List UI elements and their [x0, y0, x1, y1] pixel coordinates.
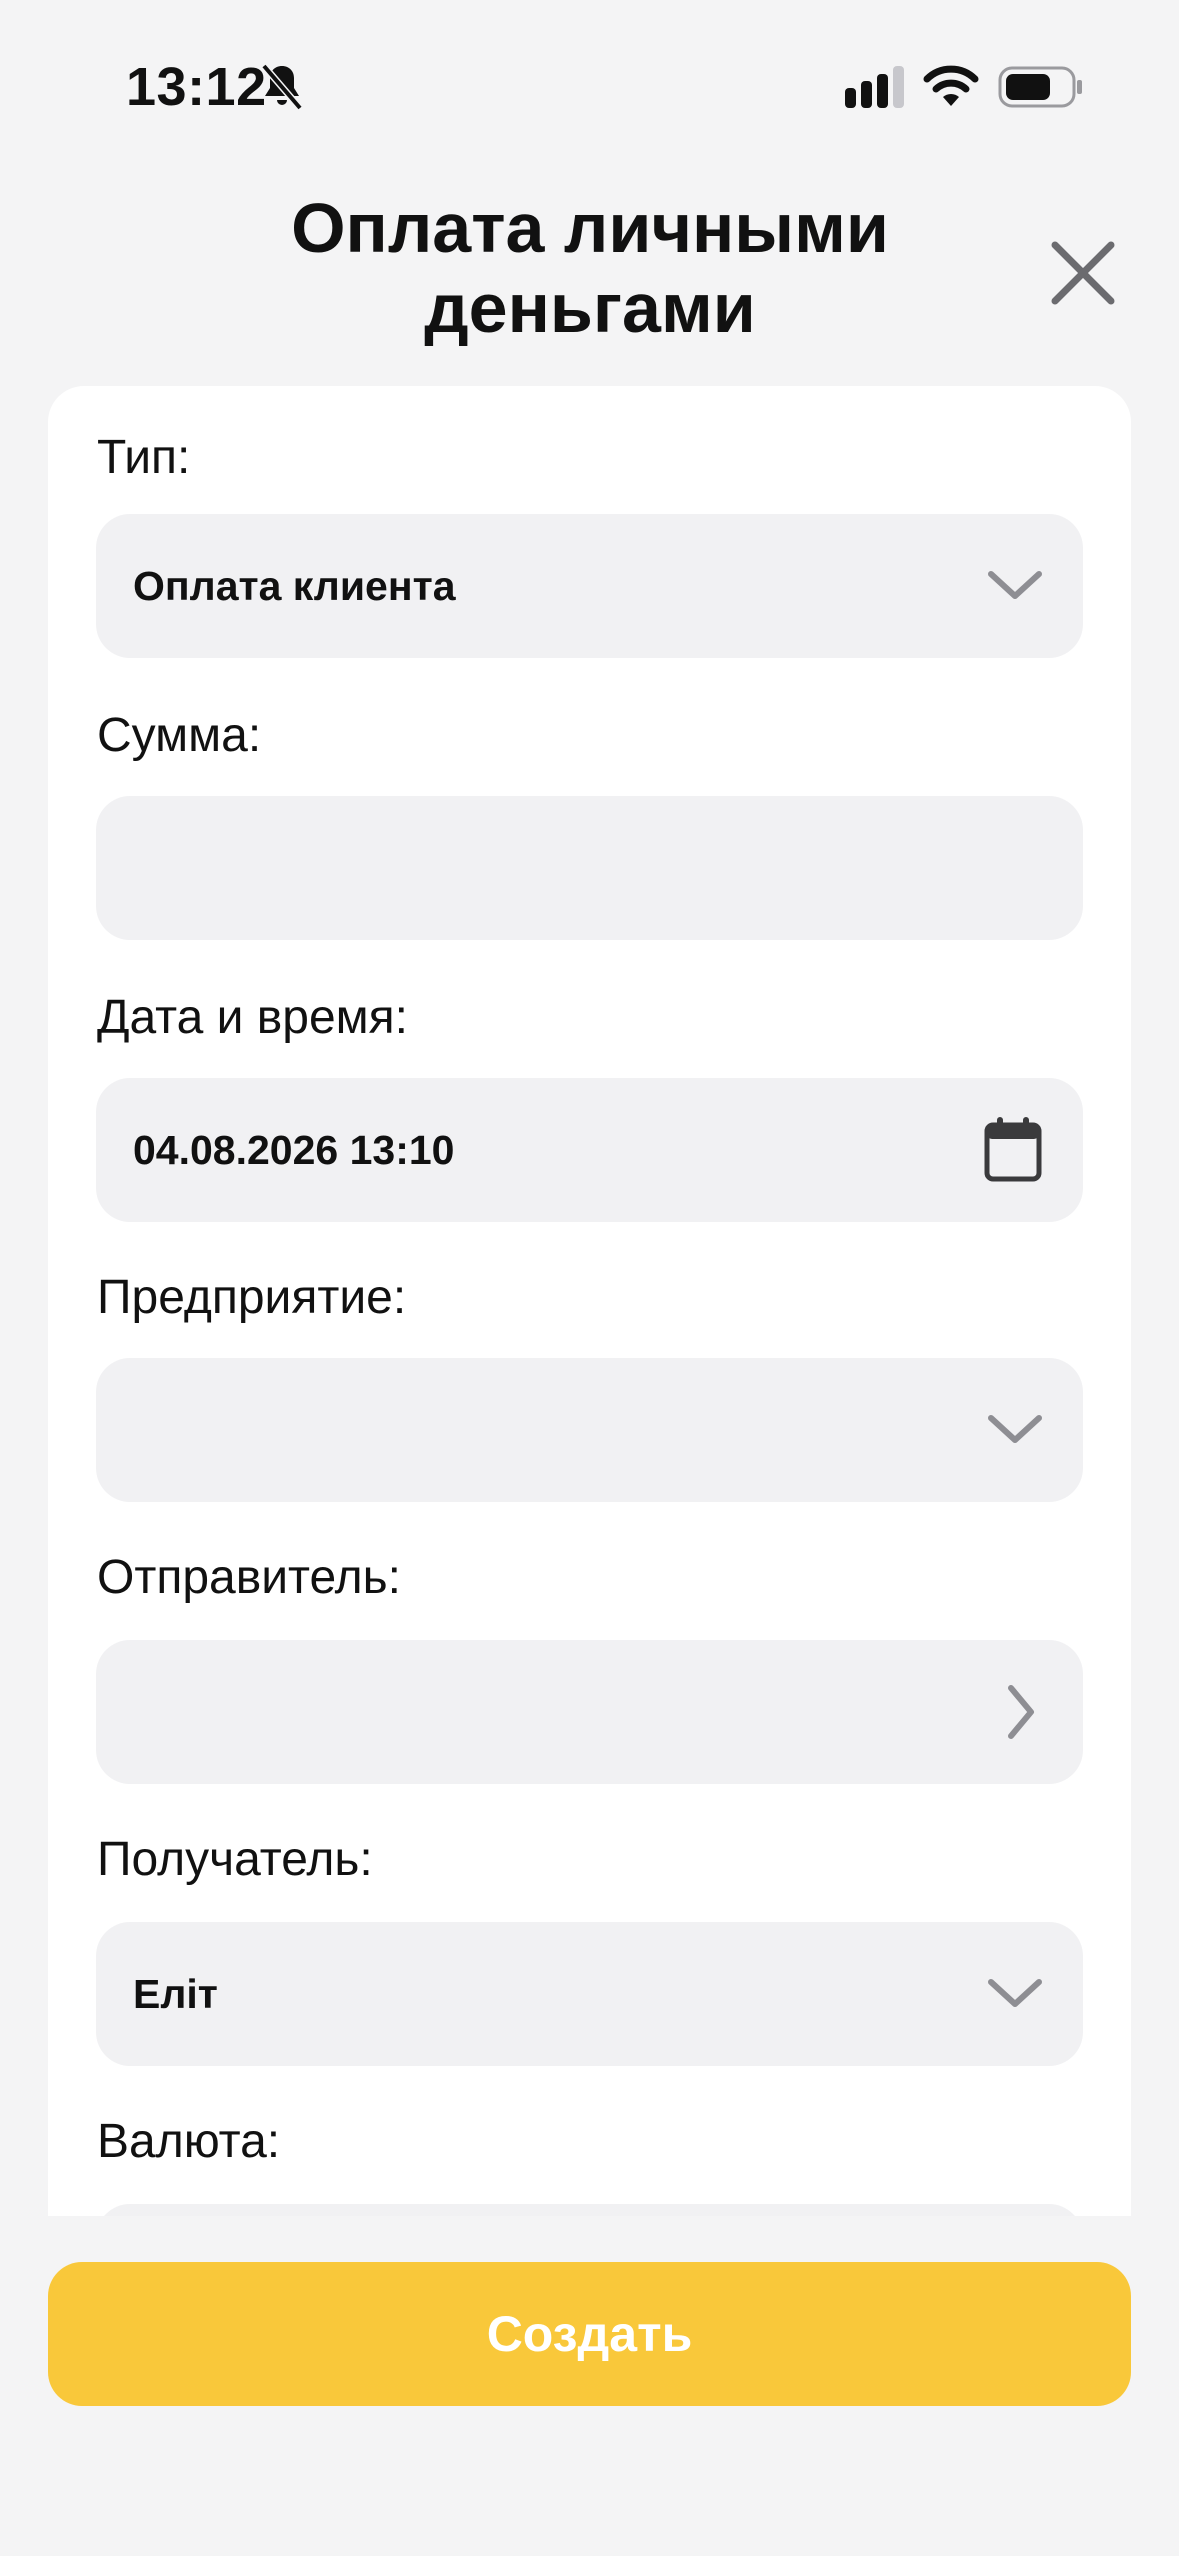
type-value: Оплата клиента — [133, 562, 456, 609]
chevron-down-icon — [988, 1979, 1042, 2007]
enterprise-label: Предприятие: — [97, 1271, 407, 1324]
type-select[interactable]: Оплата клиента — [96, 514, 1083, 658]
currency-label: Валюта: — [97, 2115, 281, 2168]
recipient-label: Получатель: — [97, 1833, 373, 1886]
amount-label: Сумма: — [97, 709, 262, 762]
sender-select[interactable] — [96, 1640, 1083, 1784]
mute-icon — [261, 63, 303, 111]
recipient-select[interactable]: Еліт — [96, 1922, 1083, 2066]
battery-icon — [998, 66, 1082, 108]
close-button[interactable] — [1040, 230, 1126, 316]
datetime-field[interactable]: 04.08.2026 13:10 — [96, 1078, 1083, 1222]
sender-label: Отправитель: — [97, 1551, 401, 1604]
status-bar: 13:12 — [0, 0, 1179, 150]
close-icon — [1051, 241, 1115, 305]
currency-select[interactable] — [96, 2204, 1083, 2216]
enterprise-select[interactable] — [96, 1358, 1083, 1502]
status-time: 13:12 — [126, 57, 267, 117]
chevron-right-icon — [1008, 1685, 1034, 1739]
page-title: Оплата личными деньгами — [291, 189, 889, 347]
create-button[interactable]: Создать — [48, 2262, 1131, 2406]
type-label: Тип: — [97, 431, 191, 484]
amount-input[interactable] — [96, 796, 1083, 940]
form-card: Тип: Оплата клиента Сумма: Дата и время:… — [48, 386, 1131, 2216]
datetime-value: 04.08.2026 13:10 — [133, 1126, 455, 1173]
signal-icon — [845, 66, 904, 108]
recipient-value: Еліт — [133, 1970, 218, 2017]
wifi-icon — [923, 65, 979, 106]
chevron-down-icon — [988, 1415, 1042, 1443]
chevron-down-icon — [988, 571, 1042, 599]
calendar-icon — [984, 1117, 1042, 1182]
datetime-label: Дата и время: — [97, 991, 408, 1044]
